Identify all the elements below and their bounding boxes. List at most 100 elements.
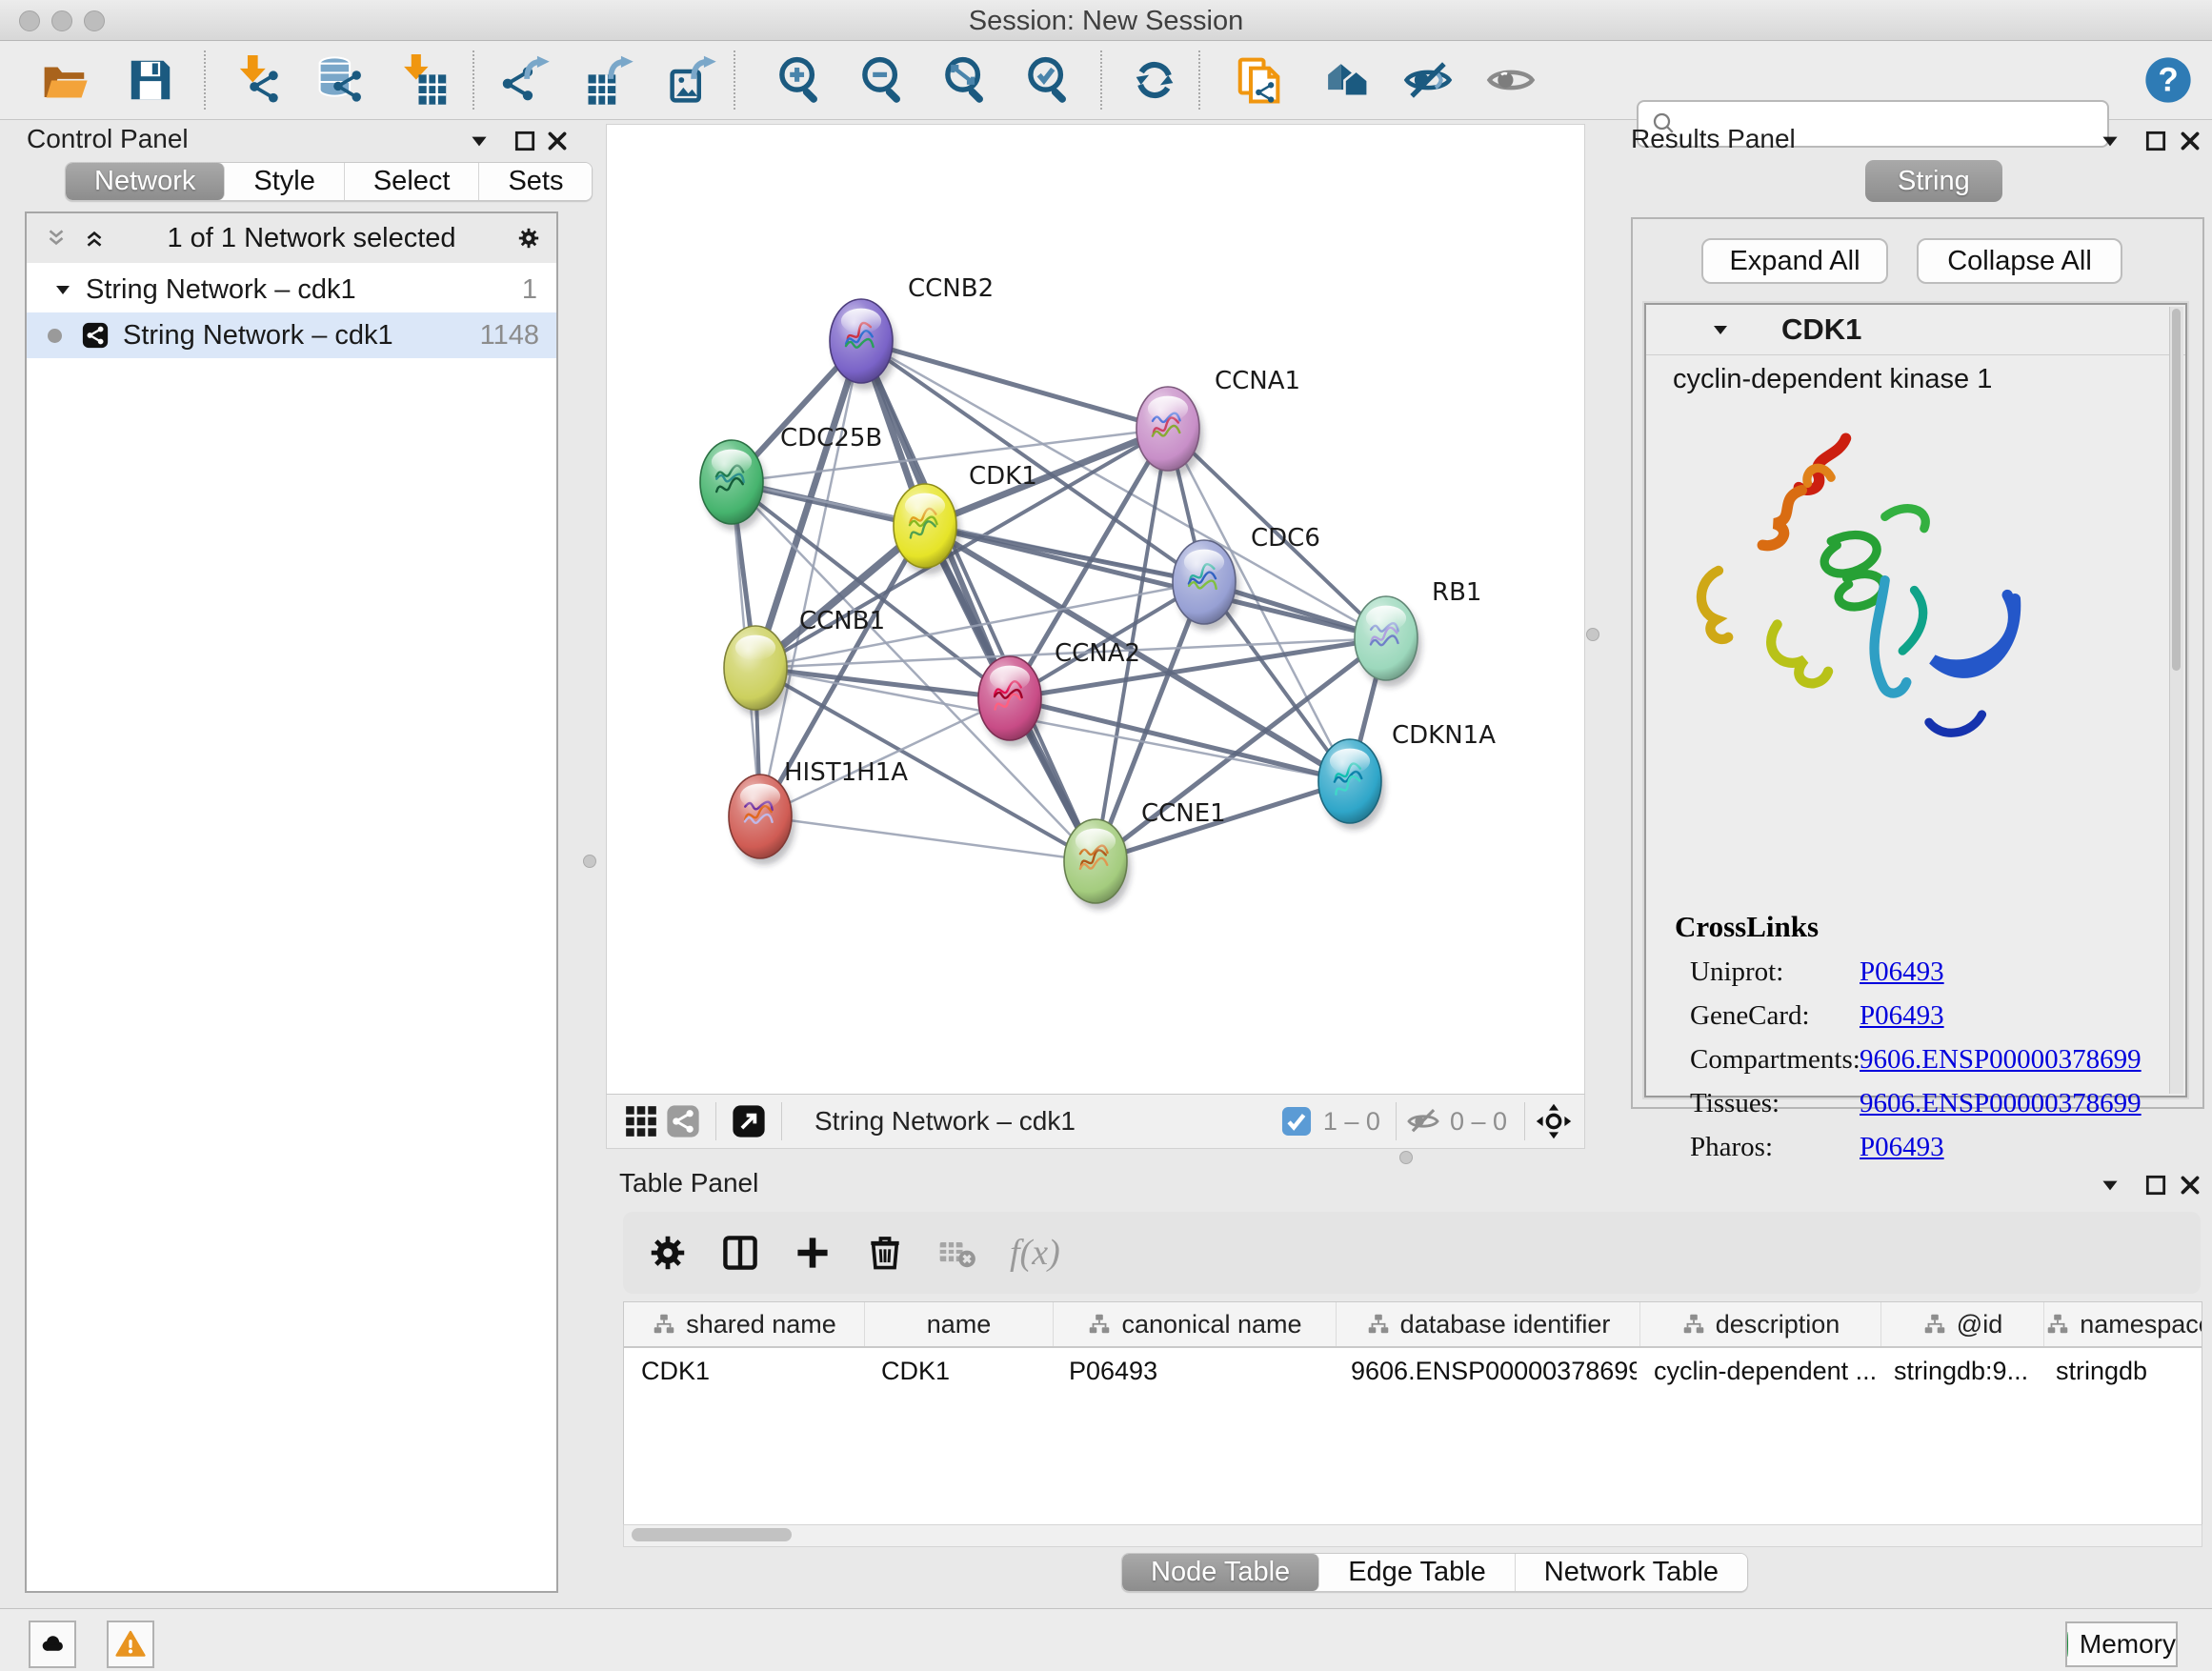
table-settings-gear-icon[interactable] bbox=[640, 1225, 695, 1280]
right-splitter-handle[interactable] bbox=[1586, 628, 1599, 641]
first-neighbors-icon[interactable] bbox=[1317, 53, 1371, 107]
results-panel-close-icon[interactable] bbox=[2174, 125, 2206, 157]
network-edge-CCNB1-CCNA2[interactable] bbox=[755, 668, 1010, 698]
crosslink-link[interactable]: P06493 bbox=[1860, 1132, 1944, 1163]
network-collection-row[interactable]: String Network – cdk1 1 bbox=[27, 267, 556, 312]
table-cell[interactable]: cyclin-dependent ... bbox=[1637, 1357, 1877, 1386]
table-header-row: shared namename canonical name database … bbox=[624, 1302, 2202, 1348]
control-panel-menu-icon[interactable] bbox=[463, 125, 495, 157]
table-horizontal-scrollbar[interactable] bbox=[623, 1524, 2202, 1547]
column-header-name[interactable]: name bbox=[865, 1302, 1054, 1346]
tab-string[interactable]: String bbox=[1865, 160, 2002, 202]
zoom-in-icon[interactable] bbox=[774, 53, 827, 107]
crosslink-link[interactable]: P06493 bbox=[1860, 956, 1944, 988]
column-header-namespace[interactable]: namespace bbox=[2044, 1302, 2202, 1346]
network-node-CDKN1A[interactable]: CDKN1A bbox=[1318, 721, 1496, 830]
memory-button[interactable]: Memory bbox=[2065, 1621, 2178, 1667]
network-node-CDC25B[interactable]: CDC25B bbox=[700, 424, 882, 531]
expand-all-icon[interactable] bbox=[78, 222, 111, 254]
refresh-icon[interactable] bbox=[1128, 53, 1181, 107]
column-header-@id[interactable]: @id bbox=[1881, 1302, 2044, 1346]
network-canvas[interactable]: CCNB2 CCNA1 CDC25B CDK1 CDC6 bbox=[606, 124, 1585, 1096]
open-session-icon[interactable] bbox=[38, 53, 91, 107]
tree-options-gear-icon[interactable] bbox=[513, 222, 545, 254]
tab-style[interactable]: Style bbox=[225, 163, 344, 200]
expand-all-button[interactable]: Expand All bbox=[1701, 238, 1888, 284]
left-splitter-handle[interactable] bbox=[583, 855, 596, 868]
collection-expander-icon[interactable] bbox=[51, 278, 74, 301]
column-header-canonical-name[interactable]: canonical name bbox=[1054, 1302, 1337, 1346]
network-edge-CCNA2-HIST1H1A[interactable] bbox=[760, 698, 1010, 816]
results-panel-float-icon[interactable] bbox=[2140, 125, 2172, 157]
crosslink-link[interactable]: 9606.ENSP00000378699 bbox=[1860, 1088, 2142, 1119]
zoom-selected-icon[interactable] bbox=[1022, 53, 1076, 107]
network-node-CCNE1[interactable]: CCNE1 bbox=[1064, 799, 1226, 910]
selected-checkbox-icon[interactable] bbox=[1276, 1100, 1317, 1142]
bottom-splitter-handle[interactable] bbox=[1399, 1151, 1413, 1164]
crosslink-link[interactable]: 9606.ENSP00000378699 bbox=[1860, 1044, 2142, 1076]
open-external-icon[interactable] bbox=[728, 1100, 770, 1142]
table-panel-menu-icon[interactable] bbox=[2094, 1169, 2126, 1201]
string-share-icon[interactable] bbox=[662, 1100, 704, 1142]
results-scrollbar[interactable] bbox=[2169, 307, 2183, 1094]
table-cell[interactable]: stringdb:9... bbox=[1877, 1357, 2039, 1386]
save-session-icon[interactable] bbox=[124, 53, 177, 107]
zoom-out-icon[interactable] bbox=[856, 53, 910, 107]
zoom-fit-icon[interactable] bbox=[939, 53, 993, 107]
table-panel-close-icon[interactable] bbox=[2174, 1169, 2206, 1201]
help-button[interactable]: ? bbox=[2142, 53, 2195, 107]
table-cell[interactable]: stringdb bbox=[2039, 1357, 2202, 1386]
network-node-HIST1H1A[interactable]: HIST1H1A bbox=[729, 758, 908, 865]
network-node-RB1[interactable]: RB1 bbox=[1355, 578, 1481, 687]
network-edge-HIST1H1A-CCNE1[interactable] bbox=[760, 816, 1096, 861]
hide-selected-icon[interactable] bbox=[1401, 53, 1455, 107]
column-header-database-identifier[interactable]: database identifier bbox=[1337, 1302, 1640, 1346]
export-table-icon[interactable] bbox=[583, 53, 636, 107]
fit-selected-crosshair-icon[interactable] bbox=[1533, 1100, 1575, 1142]
warning-button[interactable] bbox=[107, 1621, 154, 1668]
clone-network-icon[interactable] bbox=[1233, 53, 1286, 107]
control-panel-close-icon[interactable] bbox=[541, 125, 573, 157]
import-table-icon[interactable] bbox=[396, 53, 450, 107]
show-all-icon[interactable] bbox=[1484, 53, 1538, 107]
protein-header-row[interactable]: CDK1 bbox=[1646, 305, 2185, 355]
add-column-icon[interactable] bbox=[785, 1225, 840, 1280]
tab-network-table[interactable]: Network Table bbox=[1516, 1554, 1747, 1591]
table-cell[interactable]: 9606.ENSP00000378699 bbox=[1334, 1357, 1637, 1386]
tab-node-table[interactable]: Node Table bbox=[1122, 1554, 1319, 1591]
export-image-icon[interactable] bbox=[666, 53, 719, 107]
network-edge-CCNB2-CCNA1[interactable] bbox=[861, 341, 1168, 429]
results-panel-menu-icon[interactable] bbox=[2094, 125, 2126, 157]
import-network-icon[interactable] bbox=[231, 53, 284, 107]
table-cell[interactable]: P06493 bbox=[1052, 1357, 1334, 1386]
collapse-all-icon[interactable] bbox=[40, 222, 72, 254]
table-row[interactable]: CDK1CDK1P064939606.ENSP00000378699cyclin… bbox=[624, 1348, 2202, 1394]
table-panel-float-icon[interactable] bbox=[2140, 1169, 2172, 1201]
column-header-shared-name[interactable]: shared name bbox=[624, 1302, 865, 1346]
table-cell[interactable]: CDK1 bbox=[624, 1357, 864, 1386]
collapse-all-button[interactable]: Collapse All bbox=[1917, 238, 2122, 284]
tab-sets[interactable]: Sets bbox=[479, 163, 592, 200]
birdseye-grid-icon[interactable] bbox=[620, 1100, 662, 1142]
hidden-eye-slash-icon[interactable] bbox=[1402, 1100, 1444, 1142]
network-edge-CCNB2-HIST1H1A[interactable] bbox=[760, 341, 861, 816]
show-columns-icon[interactable] bbox=[713, 1225, 768, 1280]
collection-count: 1 bbox=[522, 274, 537, 306]
cloud-button[interactable] bbox=[29, 1621, 76, 1668]
network-node-CCNA1[interactable]: CCNA1 bbox=[1136, 367, 1300, 477]
column-header-description[interactable]: description bbox=[1640, 1302, 1881, 1346]
tab-network[interactable]: Network bbox=[66, 163, 225, 200]
tab-select[interactable]: Select bbox=[345, 163, 480, 200]
protein-expander-icon[interactable] bbox=[1709, 318, 1732, 341]
crosslink-label: Compartments: bbox=[1690, 1044, 1860, 1076]
import-network-database-icon[interactable] bbox=[313, 53, 367, 107]
control-panel-float-icon[interactable] bbox=[509, 125, 541, 157]
table-cell[interactable]: CDK1 bbox=[864, 1357, 1052, 1386]
crosslink-label: Uniprot: bbox=[1690, 956, 1860, 988]
export-network-icon[interactable] bbox=[499, 53, 553, 107]
crosslink-link[interactable]: P06493 bbox=[1860, 1000, 1944, 1032]
tab-edge-table[interactable]: Edge Table bbox=[1319, 1554, 1516, 1591]
delete-column-icon[interactable] bbox=[857, 1225, 913, 1280]
toolbar-separator bbox=[1198, 50, 1200, 110]
network-row-selected[interactable]: String Network – cdk1 11 48 bbox=[27, 312, 556, 358]
